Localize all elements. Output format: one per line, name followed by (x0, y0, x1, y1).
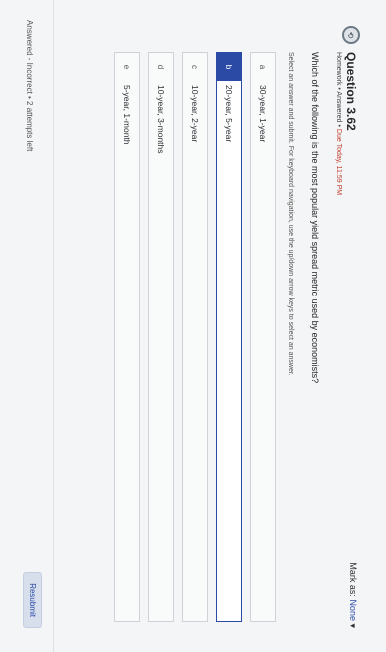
option-letter: a (258, 64, 268, 70)
mark-as-dropdown[interactable]: Mark as: None ▾ (347, 562, 358, 628)
resubmit-button[interactable]: Resubmit (23, 572, 42, 628)
option-letter: c (190, 65, 200, 69)
option-text: 10-year, 2-year (190, 85, 200, 143)
meta-type: Homework (335, 52, 342, 86)
option-letter: d (156, 64, 166, 70)
question-header: ⟲ Question 3.62 (342, 26, 360, 131)
option-text: 5-year, 1-month (122, 85, 132, 145)
question-text: Which of the following is the most popul… (310, 52, 320, 384)
option-letter: e (122, 64, 132, 70)
answer-option-b[interactable]: b 20-year, 5-year (216, 52, 242, 622)
footer-divider (53, 0, 54, 652)
mark-as-label: Mark as: (348, 562, 358, 597)
chevron-down-icon: ▾ (348, 623, 358, 628)
answer-option-a[interactable]: a 30-year, 1-year (250, 52, 276, 622)
option-text: 10-year, 3-months (156, 85, 166, 154)
attempt-status: Answered - Incorrect • 2 attempts left (25, 20, 34, 152)
question-meta: Homework • Answered • Due Today, 11:59 P… (335, 52, 342, 195)
question-status-icon-glyph: ⟲ (346, 31, 356, 39)
meta-separator-2: • (335, 124, 342, 127)
answer-instructions: Select an answer and submit. For keyboar… (287, 52, 294, 376)
mark-as-value: None (348, 599, 358, 621)
answer-option-c[interactable]: c 10-year, 2-year (182, 52, 208, 622)
answer-option-e[interactable]: e 5-year, 1-month (114, 52, 140, 622)
option-text: 20-year, 5-year (224, 85, 234, 143)
option-letter: b (217, 53, 241, 81)
screen: ⟲ Question 3.62 Homework • Answered • Du… (0, 0, 386, 652)
meta-status: Answered (335, 91, 342, 123)
option-text: 30-year, 1-year (258, 85, 268, 143)
meta-separator-1: • (335, 87, 342, 90)
question-title: Question 3.62 (344, 52, 358, 131)
question-status-icon: ⟲ (342, 26, 360, 44)
question-page: ⟲ Question 3.62 Homework • Answered • Du… (0, 0, 386, 652)
answer-option-d[interactable]: d 10-year, 3-months (148, 52, 174, 622)
answer-options: a 30-year, 1-year b 20-year, 5-year c 10… (106, 52, 276, 622)
meta-due-date: Due Today, 11:59 PM (335, 128, 342, 196)
